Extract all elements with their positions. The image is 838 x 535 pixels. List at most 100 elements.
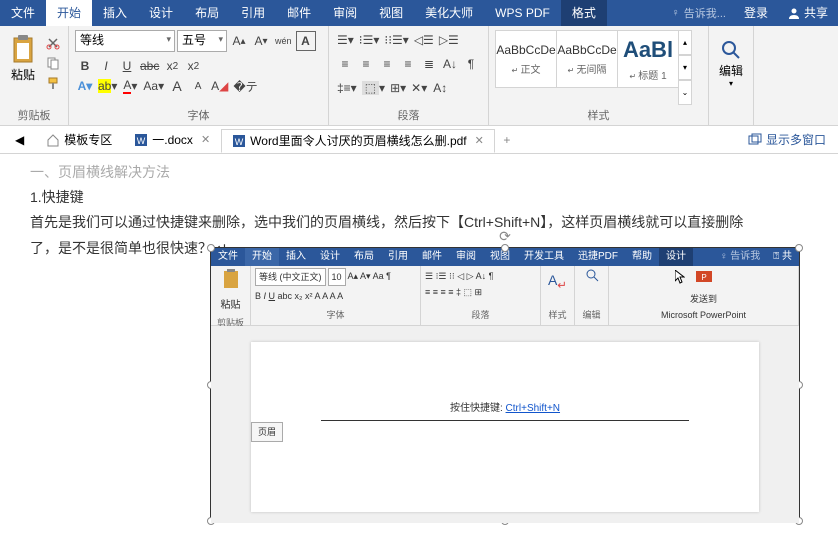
format-painter-button[interactable]: [44, 74, 62, 92]
embedded-ribbon: 粘贴 剪贴板 等线 (中文正文) 10 A▴ A▾ Aa ¶ B I U abc…: [211, 266, 799, 326]
document-tabbar: ◀ 模板专区 W 一.docx ✕ W Word里面令人讨厌的页眉横线怎么删.p…: [0, 126, 838, 154]
resize-handle-n[interactable]: [501, 244, 509, 252]
decrease-indent-button[interactable]: ◁☰: [412, 30, 436, 50]
increase-font-button[interactable]: A▴: [229, 31, 249, 51]
rtl-button[interactable]: A↕: [430, 78, 450, 98]
style-normal[interactable]: AaBbCcDe正文: [495, 30, 557, 88]
emb-menu-help: 帮助: [625, 248, 659, 266]
styles-down[interactable]: ▾: [678, 55, 692, 80]
styles-label: 样式: [495, 105, 702, 123]
bullets-button[interactable]: ☰▾: [335, 30, 356, 50]
svg-text:P: P: [701, 273, 706, 282]
editing-button[interactable]: 编辑 ▾: [715, 30, 747, 88]
document-body[interactable]: 一、页眉横线解决方法 1.快捷键 首先是我们可以通过快捷键来删除，选中我们的页眉…: [0, 154, 838, 535]
line-spacing-button[interactable]: ‡≡▾: [335, 78, 359, 98]
resize-handle-ne[interactable]: [795, 244, 803, 252]
menu-format[interactable]: 格式: [561, 0, 607, 26]
italic-button[interactable]: I: [96, 56, 116, 76]
align-right-button[interactable]: ≡: [377, 54, 397, 74]
menu-beautify[interactable]: 美化大师: [414, 0, 484, 26]
doc-line1: 1.快捷键: [30, 185, 808, 210]
enclose-char-button[interactable]: �テ: [231, 76, 259, 96]
menu-home[interactable]: 开始: [46, 0, 92, 26]
subscript-button[interactable]: x2: [162, 56, 182, 76]
menu-wpspdf[interactable]: WPS PDF: [484, 0, 561, 26]
increase-indent-button[interactable]: ▷☰: [437, 30, 461, 50]
menu-review[interactable]: 审阅: [322, 0, 368, 26]
change-case-button[interactable]: Aa▾: [141, 76, 166, 96]
align-left-button[interactable]: ≡: [335, 54, 355, 74]
svg-text:W: W: [137, 136, 146, 146]
strikethrough-button[interactable]: abc: [138, 56, 161, 76]
menu-file[interactable]: 文件: [0, 0, 46, 26]
sort-button[interactable]: A↓: [440, 54, 460, 74]
copy-button[interactable]: [44, 54, 62, 72]
styles-more[interactable]: ⌄: [678, 80, 692, 105]
phonetic-guide-button[interactable]: wén: [273, 31, 294, 51]
tell-me-hint[interactable]: ♀告诉我...: [664, 5, 734, 21]
font-color-button[interactable]: A▾: [120, 76, 140, 96]
borders-button[interactable]: ⊞▾: [388, 78, 408, 98]
svg-text:W: W: [235, 137, 244, 147]
menu-layout[interactable]: 布局: [184, 0, 230, 26]
clear-format-button[interactable]: A◢: [209, 76, 230, 96]
highlight-button[interactable]: ab▾: [96, 76, 119, 96]
multi-window-button[interactable]: 显示多窗口: [740, 131, 834, 148]
styles-group: AaBbCcDe正文 AaBbCcDe无间隔 AaBl标题 1 ▴ ▾ ⌄ 样式: [489, 26, 709, 125]
menu-view[interactable]: 视图: [368, 0, 414, 26]
resize-handle-nw[interactable]: [207, 244, 215, 252]
tab-nav-left[interactable]: ◀: [4, 128, 35, 152]
tab-template[interactable]: 模板专区: [35, 128, 123, 152]
menu-references[interactable]: 引用: [230, 0, 276, 26]
clipboard-label: 剪贴板: [6, 105, 62, 123]
close-icon[interactable]: ✕: [475, 134, 484, 147]
tab-docx[interactable]: W 一.docx ✕: [123, 128, 221, 152]
cut-button[interactable]: [44, 34, 62, 52]
show-marks-button[interactable]: ¶: [461, 54, 481, 74]
align-center-button[interactable]: ≡: [356, 54, 376, 74]
numbering-button[interactable]: ⁝☰▾: [357, 30, 382, 50]
share-button[interactable]: 共享: [778, 0, 838, 26]
style-heading1[interactable]: AaBl标题 1: [617, 30, 679, 88]
text-effects-button[interactable]: A▾: [75, 76, 95, 96]
font-label: 字体: [75, 105, 322, 123]
align-justify-button[interactable]: ≡: [398, 54, 418, 74]
distribute-button[interactable]: ≣: [419, 54, 439, 74]
paragraph-label: 段落: [335, 105, 482, 123]
emb-share: ⍰ 共: [766, 248, 799, 266]
emb-newgroup: P 发送到 Microsoft PowerPoint 新建组: [609, 266, 799, 325]
word-icon: W: [232, 134, 246, 148]
shrink-font-button[interactable]: A: [188, 76, 208, 96]
char-border-button[interactable]: A: [296, 31, 316, 51]
emb-font-group: 等线 (中文正文) 10 A▴ A▾ Aa ¶ B I U abc x₂ x² …: [251, 266, 421, 325]
multilevel-button[interactable]: ⁝⁝☰▾: [382, 30, 410, 50]
bold-button[interactable]: B: [75, 56, 95, 76]
font-name-select[interactable]: 等线: [75, 30, 175, 52]
ltr-button[interactable]: ✕▾: [409, 78, 429, 98]
window-icon: [748, 133, 762, 147]
underline-button[interactable]: U: [117, 56, 137, 76]
login-button[interactable]: 登录: [734, 0, 778, 26]
font-size-select[interactable]: 五号: [177, 30, 227, 52]
emb-menu-layout: 布局: [347, 248, 381, 266]
emb-menu-design2: 设计: [659, 248, 693, 266]
person-icon: [788, 7, 800, 19]
styles-up[interactable]: ▴: [678, 30, 692, 55]
emb-menu-home: 开始: [245, 248, 279, 266]
add-tab-button[interactable]: +: [495, 133, 519, 147]
shading-button[interactable]: ⬚▾: [360, 78, 387, 98]
tab-pdf[interactable]: W Word里面令人讨厌的页眉横线怎么删.pdf ✕: [221, 129, 495, 153]
ribbon: 粘贴 剪贴板 等线 五号 A▴ A▾ wén A B I U: [0, 26, 838, 126]
paste-button[interactable]: 粘贴: [6, 30, 40, 105]
close-icon[interactable]: ✕: [201, 133, 210, 146]
grow-font-button[interactable]: A: [167, 76, 187, 96]
menu-design[interactable]: 设计: [138, 0, 184, 26]
menu-insert[interactable]: 插入: [92, 0, 138, 26]
style-nospacing[interactable]: AaBbCcDe无间隔: [556, 30, 618, 88]
superscript-button[interactable]: x2: [183, 56, 203, 76]
embedded-image[interactable]: ⟳ 文件 开始 插入 设计 布局 引用 邮件 审阅 视图 开发工具 迅捷PDF …: [210, 247, 800, 522]
paragraph-group: ☰▾ ⁝☰▾ ⁝⁝☰▾ ◁☰ ▷☰ ≡ ≡ ≡ ≡ ≣ A↓ ¶ ‡≡▾ ⬚▾ …: [329, 26, 489, 125]
decrease-font-button[interactable]: A▾: [251, 31, 271, 51]
embedded-document: ✥ 按住快捷键: Ctrl+Shift+N 页眉: [211, 326, 799, 523]
menu-mail[interactable]: 邮件: [276, 0, 322, 26]
